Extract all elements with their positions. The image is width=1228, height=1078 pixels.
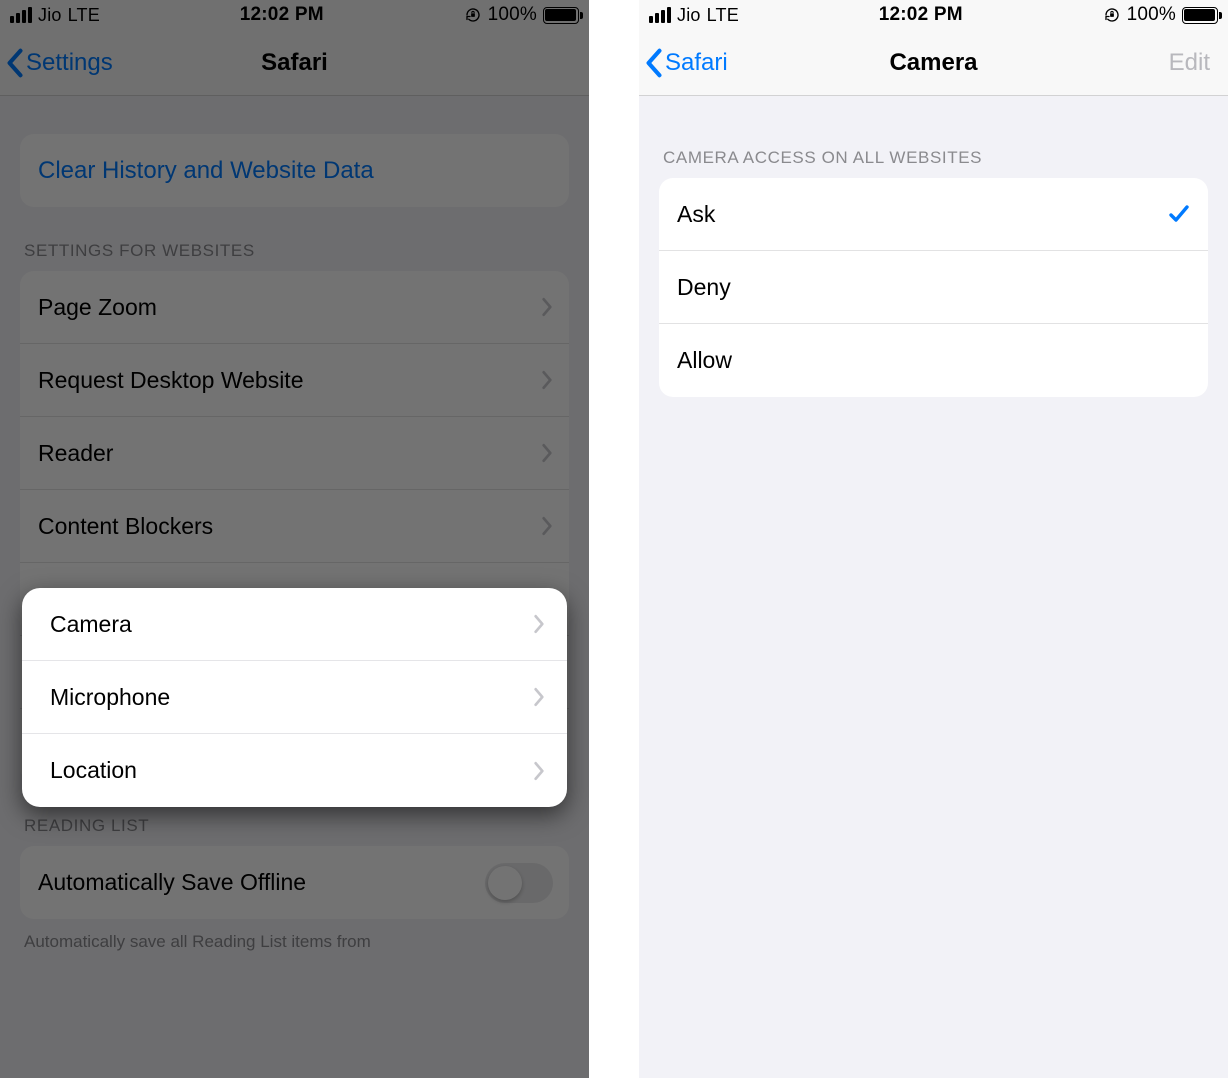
battery-pct-label: 100% <box>488 4 537 26</box>
section-header-camera-access: CAMERA ACCESS ON ALL WEBSITES <box>639 96 1228 178</box>
footer-text: Automatically save all Reading List item… <box>0 919 589 954</box>
network-label: LTE <box>68 5 100 26</box>
chevron-left-icon <box>645 48 663 78</box>
battery-pct-label: 100% <box>1127 4 1176 26</box>
clock-label: 12:02 PM <box>879 4 963 26</box>
chevron-right-icon <box>541 297 553 317</box>
row-label: Reader <box>38 440 113 467</box>
camera-access-group: Ask Deny Allow <box>659 178 1208 397</box>
carrier-label: Jio <box>38 5 62 26</box>
chevron-right-icon <box>541 516 553 536</box>
option-allow[interactable]: Allow <box>659 324 1208 397</box>
status-bar: Jio LTE 12:02 PM 100% <box>639 0 1228 30</box>
row-label: Location <box>50 757 137 784</box>
row-label: Microphone <box>50 684 170 711</box>
chevron-right-icon <box>541 370 553 390</box>
nav-title: Safari <box>261 49 328 77</box>
row-auto-save-offline[interactable]: Automatically Save Offline <box>20 846 569 919</box>
option-label: Ask <box>677 201 715 228</box>
clear-data-group: Clear History and Website Data <box>20 134 569 207</box>
chevron-left-icon <box>6 48 24 78</box>
option-label: Allow <box>677 347 732 374</box>
row-camera[interactable]: Camera <box>22 588 567 661</box>
row-label: Page Zoom <box>38 294 157 321</box>
back-label: Safari <box>665 49 728 77</box>
reading-list-group: Automatically Save Offline <box>20 846 569 919</box>
row-page-zoom[interactable]: Page Zoom <box>20 271 569 344</box>
clear-history-label: Clear History and Website Data <box>38 157 374 185</box>
toggle-off[interactable] <box>485 863 553 903</box>
clock-label: 12:02 PM <box>240 4 324 26</box>
nav-bar: Settings Safari <box>0 30 589 96</box>
cell-signal-icon <box>10 7 32 23</box>
back-label: Settings <box>26 49 113 77</box>
content-area: Clear History and Website Data SETTINGS … <box>0 96 589 954</box>
battery-icon <box>1182 7 1218 24</box>
right-screen: Jio LTE 12:02 PM 100% <box>639 0 1228 1078</box>
nav-title: Camera <box>889 49 977 77</box>
back-button[interactable]: Safari <box>645 30 728 95</box>
nav-bar: Safari Camera Edit <box>639 30 1228 96</box>
row-label: Request Desktop Website <box>38 367 304 394</box>
content-area: CAMERA ACCESS ON ALL WEBSITES Ask Deny A… <box>639 96 1228 397</box>
row-label: Content Blockers <box>38 513 213 540</box>
row-label: Camera <box>50 611 132 638</box>
chevron-right-icon <box>533 614 545 634</box>
left-screen: Jio LTE 12:02 PM 100% <box>0 0 589 1078</box>
row-content-blockers[interactable]: Content Blockers <box>20 490 569 563</box>
chevron-right-icon <box>533 687 545 707</box>
option-label: Deny <box>677 274 731 301</box>
network-label: LTE <box>707 5 739 26</box>
cell-signal-icon <box>649 7 671 23</box>
back-button[interactable]: Settings <box>6 30 113 95</box>
row-label: Automatically Save Offline <box>38 869 306 896</box>
clear-history-button[interactable]: Clear History and Website Data <box>20 134 569 207</box>
battery-icon <box>543 7 579 24</box>
orientation-lock-icon <box>464 6 482 24</box>
option-ask[interactable]: Ask <box>659 178 1208 251</box>
edit-button[interactable]: Edit <box>1169 30 1210 95</box>
row-microphone[interactable]: Microphone <box>22 661 567 734</box>
checkmark-icon <box>1166 202 1192 226</box>
row-reader[interactable]: Reader <box>20 417 569 490</box>
section-header-websites: SETTINGS FOR WEBSITES <box>0 207 589 271</box>
chevron-right-icon <box>533 761 545 781</box>
orientation-lock-icon <box>1103 6 1121 24</box>
option-deny[interactable]: Deny <box>659 251 1208 324</box>
row-desktop-website[interactable]: Request Desktop Website <box>20 344 569 417</box>
row-location[interactable]: Location <box>22 734 567 807</box>
chevron-right-icon <box>541 443 553 463</box>
carrier-label: Jio <box>677 5 701 26</box>
status-bar: Jio LTE 12:02 PM 100% <box>0 0 589 30</box>
highlight-popout: Camera Microphone Location <box>22 588 567 807</box>
